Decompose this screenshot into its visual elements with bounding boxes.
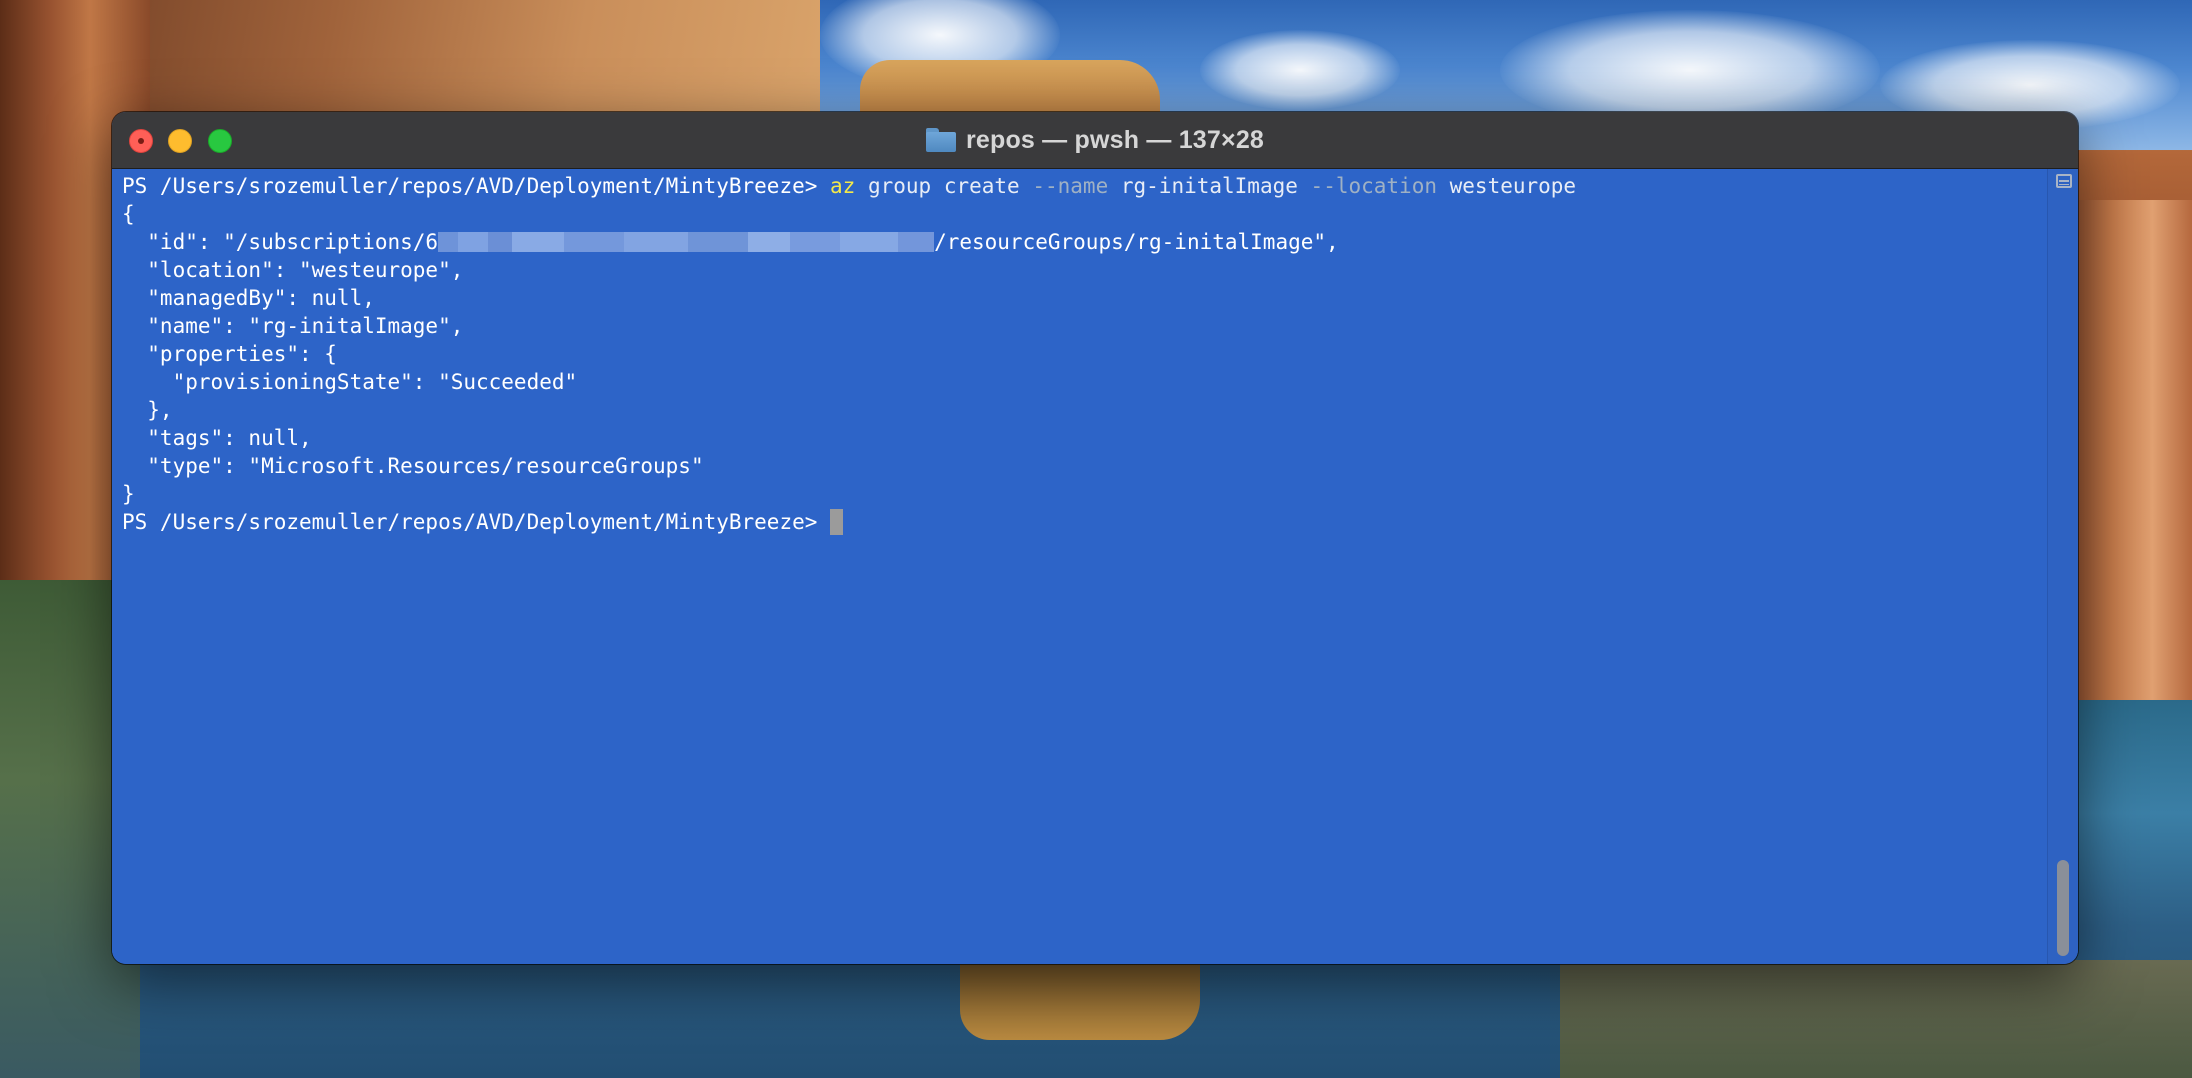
terminal-output-area[interactable]: PS /Users/srozemuller/repos/AVD/Deployme… (112, 169, 2047, 964)
prompt: PS /Users/srozemuller/repos/AVD/Deployme… (122, 174, 831, 198)
command-arg-group: group (867, 174, 932, 198)
output-line-name: "name": "rg-initalImage", (122, 314, 464, 338)
output-line-location: "location": "westeurope", (122, 258, 464, 282)
output-line-properties: "properties": { (122, 342, 337, 366)
output-line-tags: "tags": null, (122, 426, 312, 450)
output-line: { (122, 202, 135, 226)
wallpaper-foliage (1560, 960, 2192, 1078)
wallpaper-cliff-right (2060, 200, 2192, 700)
prompt: PS /Users/srozemuller/repos/AVD/Deployme… (122, 510, 831, 534)
window-title: repos — pwsh — 137×28 (965, 125, 1265, 154)
command-value-name: rg-initalImage (1120, 174, 1298, 198)
command-param-name: --name (1032, 174, 1109, 198)
command-line: PS /Users/srozemuller/repos/AVD/Deployme… (122, 172, 1576, 200)
id-prefix: "id": "/subscriptions/6 (122, 230, 439, 254)
text-cursor (830, 509, 844, 535)
command-name: az (830, 174, 856, 198)
prompt-line[interactable]: PS /Users/srozemuller/repos/AVD/Deployme… (122, 508, 844, 536)
scrollbar-thumb[interactable] (2057, 860, 2069, 956)
redacted-subscription-id (438, 231, 935, 252)
command-arg-create: create (943, 174, 1020, 198)
split-pane-icon[interactable] (2056, 174, 2072, 188)
terminal-window[interactable]: repos — pwsh — 137×28 PS /Users/srozemul… (112, 112, 2078, 964)
output-line-provisioning-state: "provisioningState": "Succeeded" (122, 370, 578, 394)
scrollbar-track[interactable] (2047, 169, 2078, 964)
folder-icon (925, 128, 956, 152)
wallpaper-reflection-mesa (960, 960, 1200, 1040)
output-line-close: } (122, 482, 135, 506)
output-line-managedby: "managedBy": null, (122, 286, 375, 310)
wallpaper-cloud (1200, 30, 1400, 110)
title-bar[interactable]: repos — pwsh — 137×28 (112, 112, 2078, 169)
command-value-location: westeurope (1449, 174, 1577, 198)
window-title-group: repos — pwsh — 137×28 (112, 112, 2078, 168)
output-line-properties-close: }, (122, 398, 173, 422)
output-line-type: "type": "Microsoft.Resources/resourceGro… (122, 454, 704, 478)
command-param-location: --location (1310, 174, 1437, 198)
output-line-id: "id": "/subscriptions/6/resourceGroups/r… (122, 228, 1339, 256)
id-suffix: /resourceGroups/rg-initalImage", (934, 230, 1339, 254)
